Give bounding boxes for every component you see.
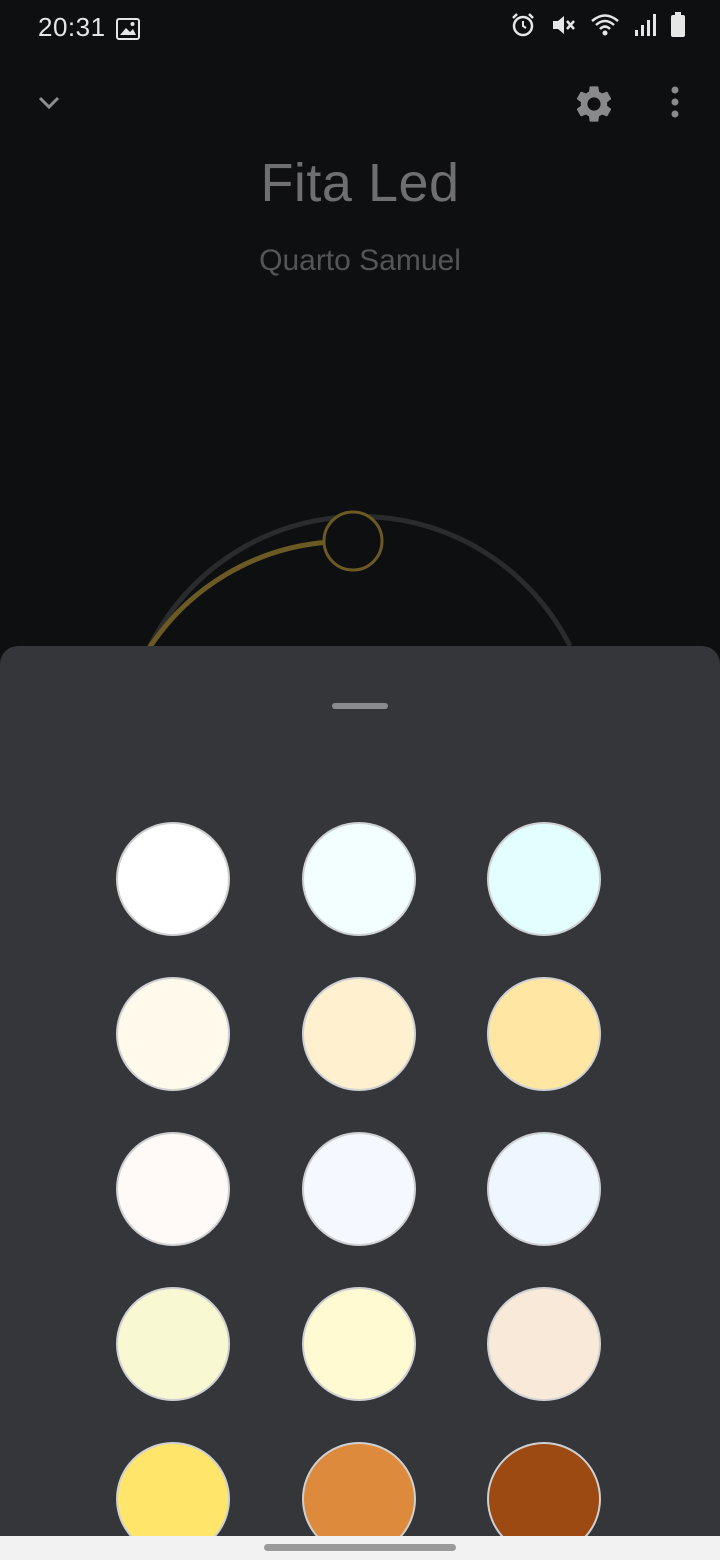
- color-swatch[interactable]: [116, 1132, 230, 1246]
- color-swatch[interactable]: [487, 1132, 601, 1246]
- status-bar: 20:31: [0, 0, 720, 56]
- color-swatch[interactable]: [116, 822, 230, 936]
- color-swatch[interactable]: [116, 1442, 230, 1536]
- color-swatch[interactable]: [487, 977, 601, 1091]
- color-swatch[interactable]: [302, 1132, 416, 1246]
- chevron-down-icon[interactable]: [30, 84, 68, 127]
- signal-icon: [634, 13, 656, 44]
- status-icons: [510, 12, 686, 45]
- dial-thumb[interactable]: [322, 510, 384, 572]
- color-swatch[interactable]: [302, 977, 416, 1091]
- color-swatch[interactable]: [302, 1287, 416, 1401]
- color-swatch[interactable]: [487, 822, 601, 936]
- battery-icon: [670, 12, 686, 45]
- color-swatch[interactable]: [487, 1442, 601, 1536]
- home-gesture-pill[interactable]: [264, 1544, 456, 1551]
- drag-handle[interactable]: [332, 703, 388, 709]
- more-vert-icon[interactable]: [660, 84, 690, 125]
- device-room: Quarto Samuel: [259, 244, 461, 277]
- image-icon: [116, 16, 140, 47]
- color-bottom-sheet: [0, 646, 720, 1536]
- color-swatch[interactable]: [487, 1287, 601, 1401]
- gear-icon[interactable]: [572, 82, 616, 131]
- device-title: Fita Led: [260, 153, 460, 213]
- color-swatch[interactable]: [302, 822, 416, 936]
- navigation-bar: [0, 1536, 720, 1560]
- color-swatch[interactable]: [116, 977, 230, 1091]
- brightness-dial[interactable]: [0, 470, 720, 650]
- status-time: 20:31: [38, 12, 106, 42]
- color-swatch[interactable]: [116, 1287, 230, 1401]
- mute-icon: [550, 12, 576, 45]
- wifi-icon: [590, 12, 620, 45]
- alarm-icon: [510, 12, 536, 45]
- color-swatch[interactable]: [302, 1442, 416, 1536]
